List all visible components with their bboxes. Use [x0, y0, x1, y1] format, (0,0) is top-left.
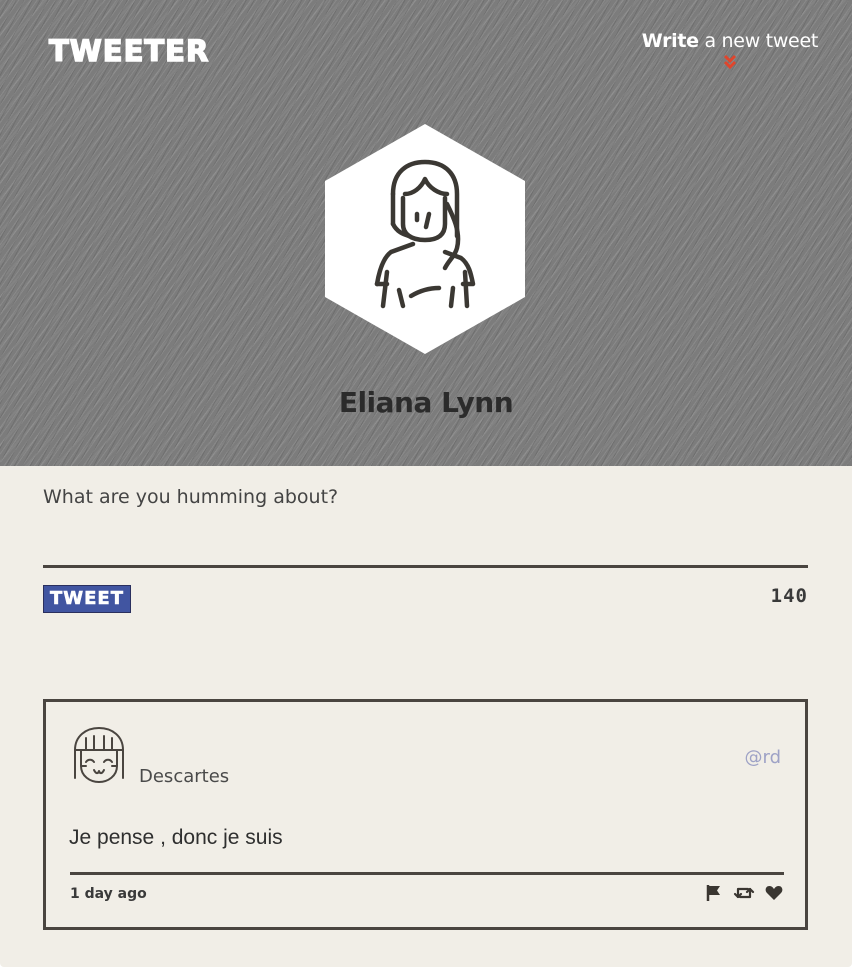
smiling-face-avatar-icon: [74, 727, 124, 783]
double-chevron-down-icon[interactable]: [723, 54, 737, 70]
tweet-author-name[interactable]: Descartes: [139, 766, 229, 787]
retweet-icon[interactable]: [733, 884, 755, 907]
tweet-submit-button[interactable]: TWEET: [43, 585, 131, 613]
write-new-tweet-label: Write a new tweet: [641, 30, 819, 52]
tweet-text: Je pense , donc je suis: [69, 826, 283, 849]
tweet-card: Descartes @rd Je pense , donc je suis 1 …: [43, 699, 808, 930]
heart-icon[interactable]: [765, 885, 783, 906]
flag-icon[interactable]: [705, 884, 723, 907]
tweet-compose-input[interactable]: [43, 486, 808, 564]
profile-user-name: Eliana Lynn: [338, 386, 514, 419]
profile-header: TWEETER Write a new tweet Eliana Lynn: [0, 0, 852, 466]
tweet-actions: [705, 884, 783, 907]
page: TWEETER Write a new tweet Eliana Lynn Wh…: [0, 0, 852, 967]
profile-avatar: [325, 124, 525, 354]
tweet-author-handle[interactable]: @rd: [744, 747, 781, 768]
character-counter: 140: [770, 585, 808, 607]
compose-divider: [43, 565, 808, 568]
app-logo[interactable]: TWEETER: [48, 33, 209, 69]
write-new-tweet-toggle[interactable]: Write a new tweet: [642, 30, 818, 70]
tweet-timestamp: 1 day ago: [70, 886, 147, 902]
tweet-divider: [70, 872, 784, 875]
